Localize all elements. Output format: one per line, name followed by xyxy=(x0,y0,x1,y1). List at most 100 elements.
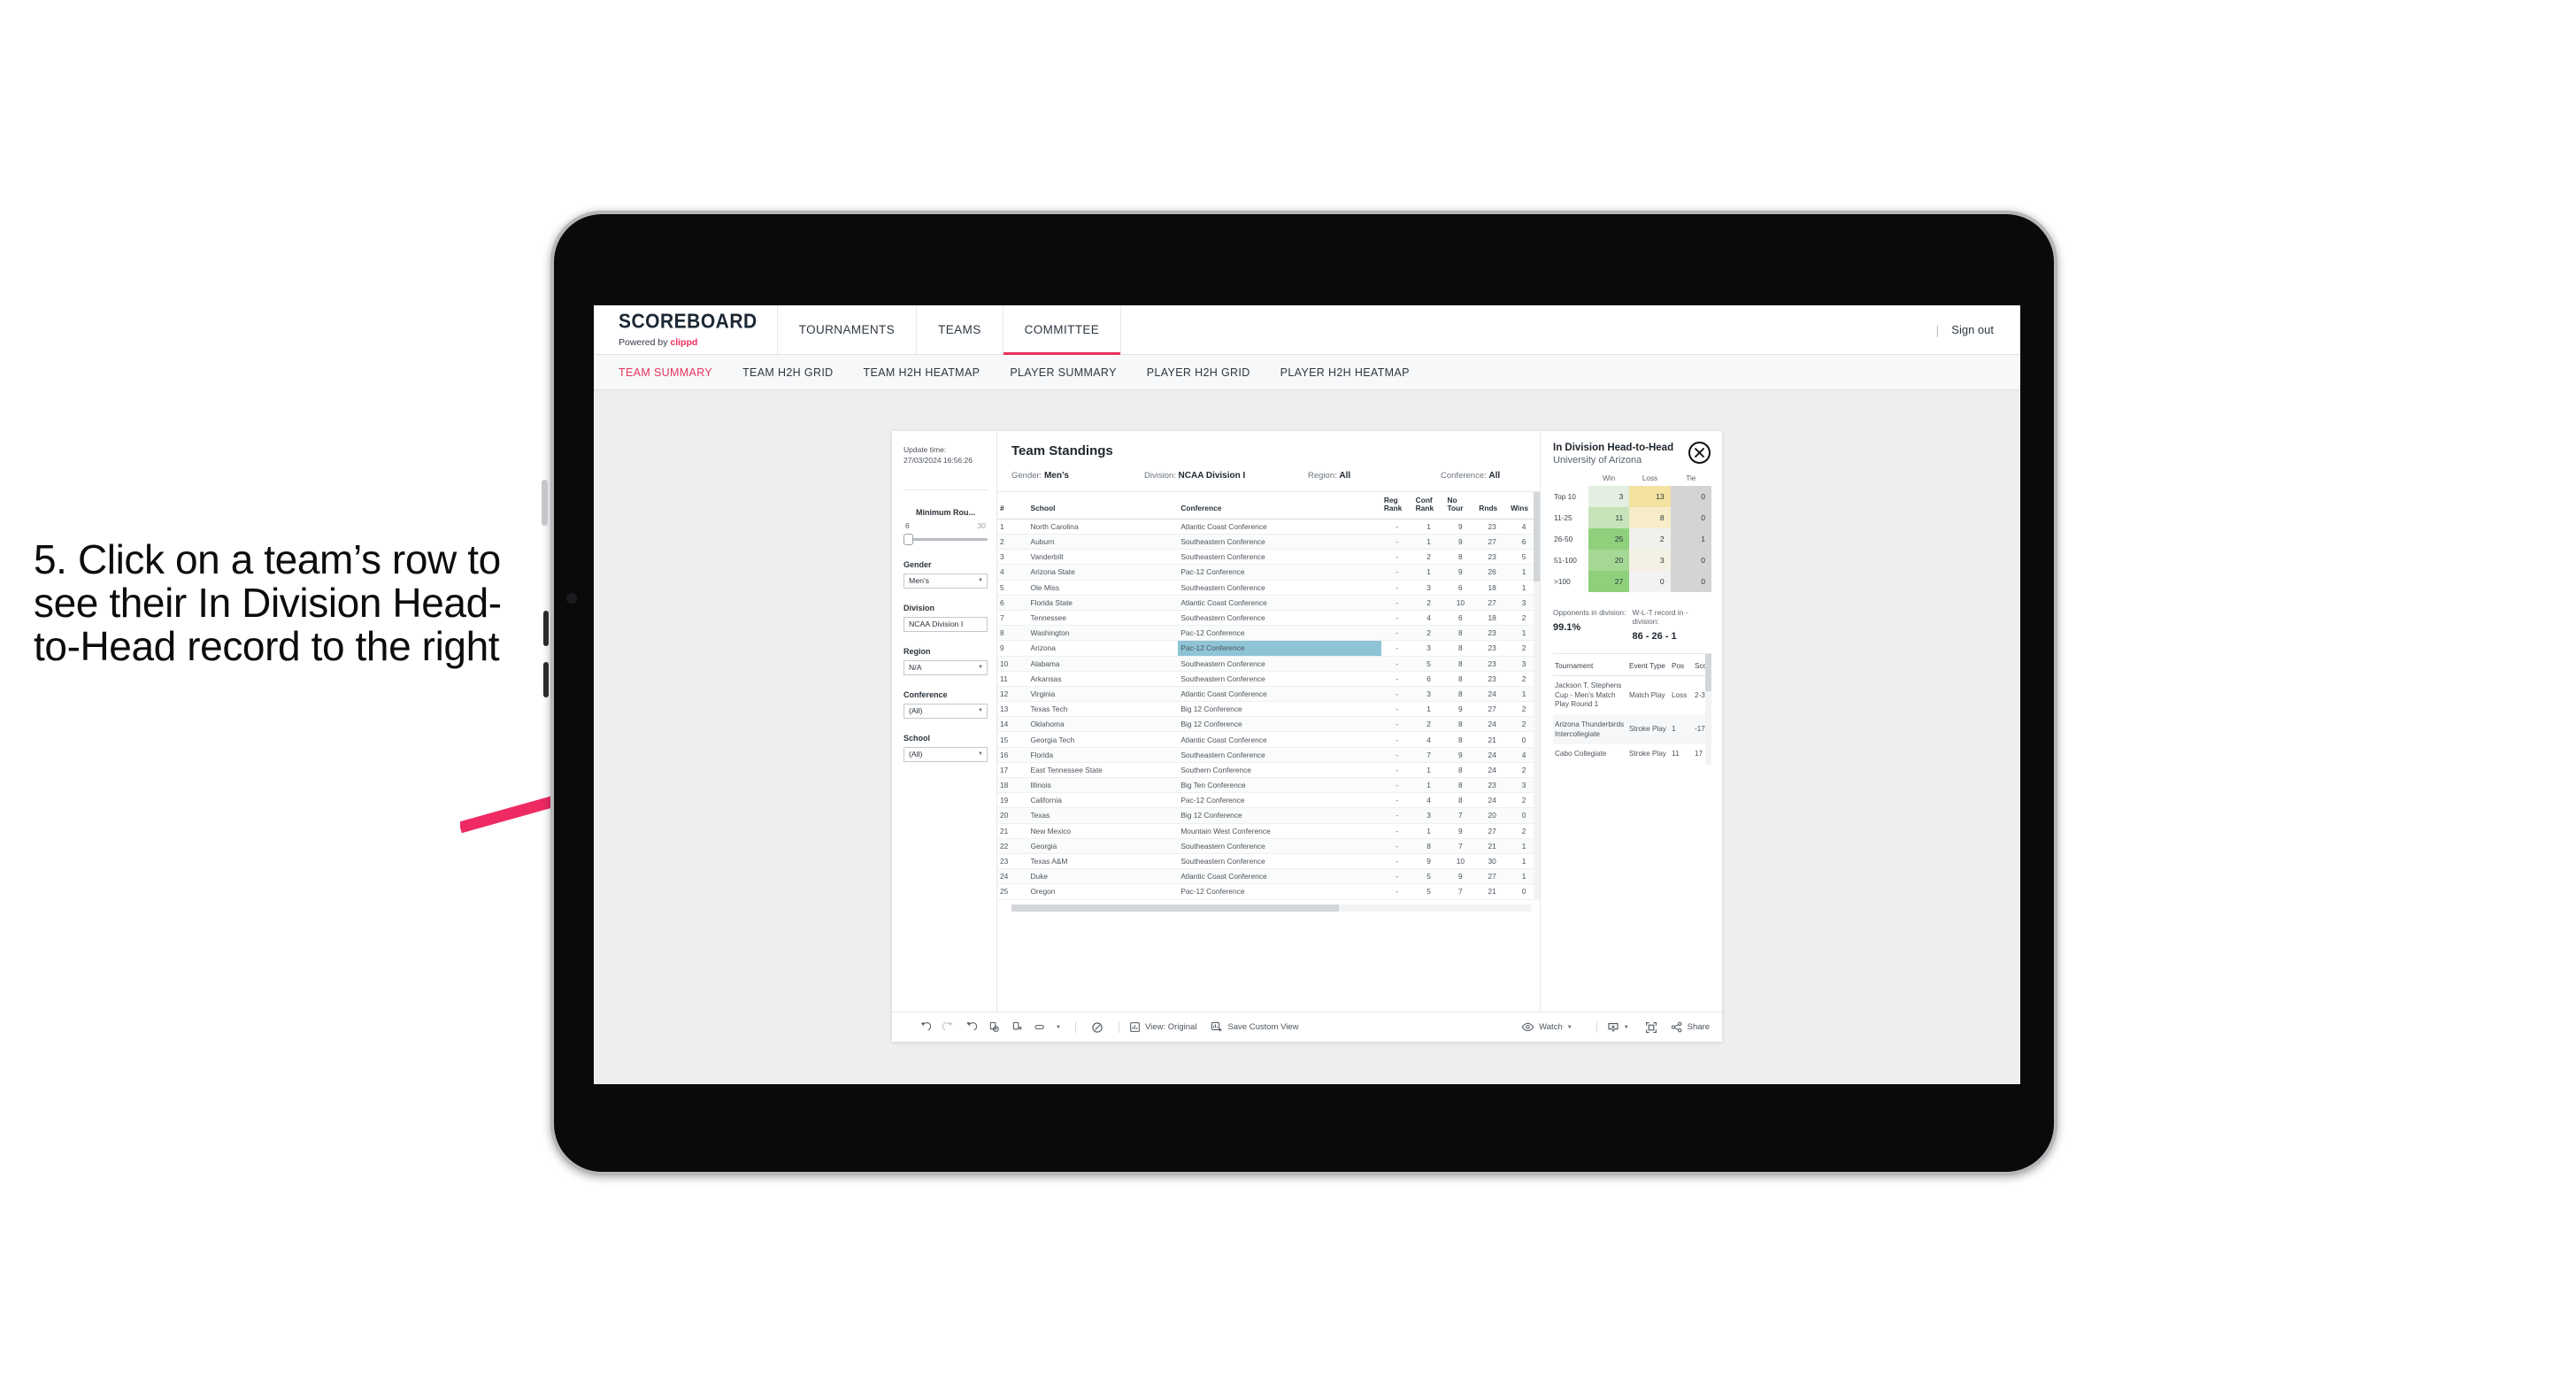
minimum-rounds-max: 30 xyxy=(977,520,986,530)
table-row[interactable]: 15 Georgia Tech Atlantic Coast Conference -… xyxy=(997,731,1540,748)
standings-vertical-scrollbar[interactable] xyxy=(1534,492,1540,900)
cell-school: Illinois xyxy=(1027,777,1179,794)
table-row[interactable]: 18 Illinois Big Ten Conference -1 8 23 3 xyxy=(997,777,1540,794)
table-row[interactable]: 3 Vanderbilt Southeastern Conference -2 8 23 5 xyxy=(997,549,1540,566)
watch-button[interactable]: Watch ▼ xyxy=(1521,1021,1573,1033)
view-original-button[interactable]: View: Original xyxy=(1129,1021,1196,1033)
chevron-down-icon: ▼ xyxy=(1566,1024,1573,1030)
standings-title: Team Standings xyxy=(1011,443,1113,458)
volume-down-button[interactable] xyxy=(543,662,549,697)
tab-team-h2h-heatmap[interactable]: TEAM H2H HEATMAP xyxy=(864,366,980,379)
table-row[interactable]: 12 Virginia Atlantic Coast Conference -3 8 24… xyxy=(997,686,1540,703)
filters-panel: Update time: 27/03/2024 16:56:26 Minimum… xyxy=(892,431,997,1012)
cell-rnds: 21 xyxy=(1476,883,1509,900)
table-row[interactable]: 6 Florida State Atlantic Coast Conference -… xyxy=(997,595,1540,611)
table-row[interactable]: 19 California Pac-12 Conference -4 8 24 2 xyxy=(997,792,1540,809)
tab-team-h2h-grid[interactable]: TEAM H2H GRID xyxy=(742,366,833,379)
stat-value: 99.1% xyxy=(1553,622,1581,633)
presentation-mode-icon[interactable] xyxy=(1086,1018,1109,1037)
highlight-icon[interactable] xyxy=(1028,1018,1051,1037)
redo-icon[interactable] xyxy=(936,1018,959,1037)
cell-rank: 1 xyxy=(997,519,1028,535)
table-row[interactable]: 24 Duke Atlantic Coast Conference -5 9 27 1 xyxy=(997,868,1540,885)
table-row[interactable]: 2 Auburn Southeastern Conference -1 9 27 6 xyxy=(997,534,1540,551)
dashboard-main: Update time: 27/03/2024 16:56:26 Minimum… xyxy=(892,431,1722,1012)
share-button[interactable]: Share xyxy=(1671,1021,1710,1033)
column-header[interactable]: Conf Rank xyxy=(1412,492,1445,520)
tab-player-summary[interactable]: PLAYER SUMMARY xyxy=(1010,366,1116,379)
download-button[interactable]: ▼ xyxy=(1607,1021,1629,1034)
table-row[interactable]: 7 Tennessee Southeastern Conference -4 6 18 2 xyxy=(997,610,1540,627)
column-header[interactable]: No Tour xyxy=(1444,492,1477,520)
column-header[interactable]: Rnds xyxy=(1476,492,1509,520)
cell-conference: Pac-12 Conference xyxy=(1178,564,1381,581)
sign-out-link[interactable]: Sign out xyxy=(1951,323,1994,336)
cell-school: Oregon xyxy=(1027,883,1179,900)
table-row[interactable]: 11 Arkansas Southeastern Conference -6 8 23 2 xyxy=(997,671,1540,687)
table-row[interactable]: 1 North Carolina Atlantic Coast Conference… xyxy=(997,519,1540,535)
table-row[interactable]: 8 Washington Pac-12 Conference -2 8 23 1 xyxy=(997,625,1540,642)
tournament-cell-tournament: Jackson T. Stephens Cup - Men’s Match Pl… xyxy=(1555,681,1622,709)
table-row[interactable]: 16 Florida Southeastern Conference -7 9 24 4 xyxy=(997,747,1540,763)
table-row[interactable]: 9 Arizona Pac-12 Conference -3 8 23 2 xyxy=(997,640,1540,657)
minimum-rounds-slider[interactable] xyxy=(904,533,988,545)
column-header[interactable]: Conference xyxy=(1178,492,1381,520)
scroll-thumb[interactable] xyxy=(1705,654,1711,692)
scroll-thumb[interactable] xyxy=(1011,904,1339,912)
cell-rnds: 23 xyxy=(1476,777,1509,794)
tab-player-h2h-grid[interactable]: PLAYER H2H GRID xyxy=(1147,366,1250,379)
pause-updates-icon[interactable] xyxy=(1005,1018,1028,1037)
table-row[interactable]: 20 Texas Big 12 Conference -3 7 20 0 xyxy=(997,807,1540,824)
conference-select[interactable]: (All) ▼ xyxy=(904,703,988,719)
scroll-thumb[interactable] xyxy=(1534,492,1540,582)
division-value: NCAA Division I xyxy=(909,620,964,629)
column-header[interactable]: Reg Rank xyxy=(1380,492,1413,520)
save-custom-view-button[interactable]: Save Custom View xyxy=(1211,1021,1299,1033)
tournament-scrollbar[interactable] xyxy=(1705,654,1711,765)
table-row[interactable]: 13 Texas Tech Big 12 Conference -1 9 27 2 xyxy=(997,701,1540,718)
watch-label: Watch xyxy=(1539,1022,1563,1032)
column-header[interactable]: # xyxy=(997,492,1028,520)
tab-player-h2h-heatmap[interactable]: PLAYER H2H HEATMAP xyxy=(1280,366,1410,379)
top-nav-item-teams[interactable]: TEAMS xyxy=(916,305,1003,354)
gender-select[interactable]: Men’s ▼ xyxy=(904,573,988,589)
cell-school: Arizona State xyxy=(1027,564,1179,581)
tournament-row: Jackson T. Stephens Cup - Men’s Match Pl… xyxy=(1553,676,1711,715)
top-nav-item-tournaments[interactable]: TOURNAMENTS xyxy=(776,305,916,354)
cell-reg_rank: - xyxy=(1380,777,1413,794)
close-icon[interactable] xyxy=(1688,442,1711,464)
tab-team-summary[interactable]: TEAM SUMMARY xyxy=(619,366,712,379)
table-row[interactable]: 17 East Tennessee State Southern Conferenc… xyxy=(997,762,1540,779)
cell-conf_rank: 6 xyxy=(1412,671,1445,687)
volume-up-button[interactable] xyxy=(543,611,549,646)
chevron-down-icon[interactable]: ▼ xyxy=(1051,1018,1065,1037)
cell-conference: Pac-12 Conference xyxy=(1178,883,1381,900)
table-row[interactable]: 14 Oklahoma Big 12 Conference -2 8 24 2 xyxy=(997,716,1540,733)
cell-no_tour: 6 xyxy=(1444,610,1477,627)
region-select[interactable]: N/A ▼ xyxy=(904,659,988,675)
column-header[interactable]: School xyxy=(1027,492,1179,520)
refresh-data-icon[interactable] xyxy=(982,1018,1005,1037)
division-select[interactable]: NCAA Division I xyxy=(904,616,988,632)
matrix-column-header: Tie xyxy=(1686,474,1696,482)
table-row[interactable]: 5 Ole Miss Southeastern Conference -3 6 18 1 xyxy=(997,580,1540,596)
table-row[interactable]: 23 Texas A&M Southeastern Conference -9 10 30… xyxy=(997,853,1540,870)
revert-icon[interactable] xyxy=(959,1018,982,1037)
cell-school: Texas A&M xyxy=(1027,853,1179,870)
table-row[interactable]: 25 Oregon Pac-12 Conference -5 7 21 0 xyxy=(997,883,1540,900)
matrix-cell-tie: 0 xyxy=(1670,507,1711,528)
school-select[interactable]: (All) ▼ xyxy=(904,746,988,762)
standings-horizontal-scrollbar[interactable] xyxy=(1011,904,1531,912)
tournament-cell-event_type: Stroke Play xyxy=(1629,750,1666,758)
table-row[interactable]: 4 Arizona State Pac-12 Conference -1 9 26 1 xyxy=(997,564,1540,581)
slider-handle[interactable] xyxy=(904,533,913,545)
gender-value: Men’s xyxy=(909,576,930,586)
fullscreen-icon[interactable] xyxy=(1640,1018,1663,1037)
cell-reg_rank: - xyxy=(1380,564,1413,581)
table-row[interactable]: 10 Alabama Southeastern Conference -5 8 23 3 xyxy=(997,656,1540,672)
top-nav-item-committee[interactable]: COMMITTEE xyxy=(1002,305,1122,355)
undo-icon[interactable] xyxy=(913,1018,936,1037)
table-row[interactable]: 22 Georgia Southeastern Conference -8 7 21 1 xyxy=(997,838,1540,854)
table-row[interactable]: 21 New Mexico Mountain West Conference -1 9 2… xyxy=(997,823,1540,839)
brand-logo[interactable]: SCOREBOARD Powered by clippd xyxy=(594,305,777,354)
